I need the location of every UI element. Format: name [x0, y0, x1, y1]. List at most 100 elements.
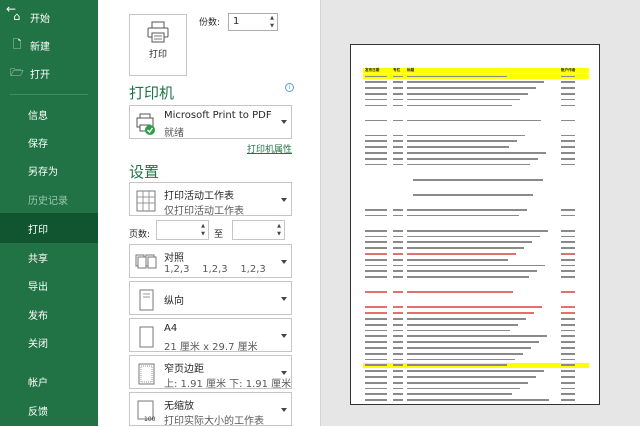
scaling-select[interactable]: 100 无缩放 打印实际大小的工作表 [129, 392, 292, 427]
preview-data-row [363, 351, 589, 356]
preview-cell [365, 306, 387, 309]
preview-cell [365, 214, 387, 217]
margins-select[interactable]: 窄页边距 上: 1.91 厘米 下: 1.91 厘米 [129, 355, 292, 390]
preview-cell [407, 335, 547, 338]
header-cell: 发布日期 [365, 68, 380, 72]
nav-save[interactable]: 保存 [0, 128, 98, 156]
nav-print[interactable]: 打印 [0, 213, 98, 243]
spin-up-icon[interactable]: ▲ [275, 223, 283, 230]
header-cell: 专栏 [393, 68, 401, 72]
page-to-input[interactable]: ▲ ▼ [232, 220, 285, 240]
preview-cell [561, 312, 575, 314]
preview-cell [365, 140, 387, 143]
printer-select[interactable]: Microsoft Print to PDF 就绪 [129, 105, 292, 139]
printer-section-title: 打印机 [129, 84, 175, 102]
preview-data-row [363, 74, 589, 79]
preview-cell [393, 370, 403, 372]
nav-label: 另存为 [28, 166, 58, 178]
spin-down-icon[interactable]: ▼ [199, 231, 207, 238]
preview-cell [561, 104, 575, 107]
preview-cell [365, 134, 387, 137]
preview-cell [561, 119, 575, 122]
preview-cell [561, 291, 575, 294]
preview-cell [561, 75, 575, 78]
preview-cell [561, 329, 575, 332]
preview-cell [365, 241, 387, 244]
preview-cell [365, 87, 387, 89]
preview-data-row [363, 334, 589, 339]
preview-cell [393, 134, 403, 137]
preview-data-row [363, 156, 589, 161]
preview-cell [393, 146, 403, 149]
preview-cell [393, 317, 403, 320]
preview-cell [365, 264, 387, 267]
preview-cell [561, 92, 575, 95]
preview-data-row [363, 269, 589, 274]
printer-properties-link[interactable]: 打印机属性 [247, 142, 292, 155]
margins-title: 窄页边距 [164, 364, 204, 375]
preview-cell [365, 375, 387, 378]
preview-cell [365, 119, 387, 122]
nav-new[interactable]: 🗋 新建 [0, 31, 98, 59]
nav-share[interactable]: 共享 [0, 243, 98, 271]
preview-data-row [363, 246, 589, 251]
page-from-input[interactable]: ▲ ▼ [156, 220, 209, 240]
preview-cell [561, 364, 575, 367]
nav-save-as[interactable]: 另存为 [0, 156, 98, 184]
print-what-select[interactable]: 打印活动工作表 仅打印活动工作表 [129, 182, 292, 217]
paper-icon [139, 326, 154, 348]
collate-select[interactable]: 对照 1,2,3 1,2,3 1,2,3 [129, 244, 292, 278]
copies-value: 1 [233, 16, 240, 27]
preview-cell [561, 87, 575, 89]
nav-feedback[interactable]: 反馈 [0, 396, 98, 424]
nav-close[interactable]: 关闭 [0, 328, 98, 356]
nav-home[interactable]: ⌂ 开始 [0, 3, 98, 31]
preview-cell [407, 119, 541, 122]
nav-info[interactable]: 信息 [0, 100, 98, 128]
spin-up-icon[interactable]: ▲ [268, 15, 276, 22]
info-icon[interactable]: i [285, 83, 294, 92]
preview-cell [561, 270, 575, 273]
header-cell: 账户作者 [561, 68, 576, 72]
preview-data-row [363, 257, 589, 262]
preview-cell [407, 140, 517, 143]
spin-up-icon[interactable]: ▲ [199, 223, 207, 230]
preview-cell [365, 163, 387, 166]
preview-cell [407, 163, 530, 166]
preview-cell [393, 75, 403, 78]
orientation-select[interactable]: 纵向 [129, 281, 292, 315]
preview-cell [365, 270, 387, 273]
nav-label: 保存 [28, 138, 48, 150]
preview-cell [561, 146, 575, 149]
preview-data-row [363, 357, 589, 362]
preview-cell [561, 235, 575, 238]
preview-cell [561, 352, 575, 355]
preview-cell [393, 81, 403, 84]
backstage-sidebar: ← ⌂ 开始 🗋 新建 🗁 打开 信息 保存 另存为 历史记录 打印 共享 导出… [0, 0, 98, 426]
nav-export[interactable]: 导出 [0, 271, 98, 299]
nav-publish[interactable]: 发布 [0, 300, 98, 328]
preview-cell [407, 258, 508, 261]
preview-cell [393, 291, 403, 294]
preview-data-row [363, 369, 589, 374]
spin-down-icon[interactable]: ▼ [268, 23, 276, 30]
paper-size-select[interactable]: A4 21 厘米 x 29.7 厘米 [129, 318, 292, 353]
preview-cell [561, 346, 575, 349]
copies-input[interactable]: 1 ▲ ▼ [228, 13, 278, 31]
preview-cell [365, 258, 387, 261]
collate-subtitle: 1,2,3 1,2,3 1,2,3 [164, 264, 266, 275]
preview-cell [393, 104, 403, 107]
preview-data-row [363, 228, 589, 233]
preview-cell [365, 346, 387, 349]
nav-open[interactable]: 🗁 打开 [0, 59, 98, 87]
nav-account[interactable]: 帐户 [0, 367, 98, 395]
home-icon: ⌂ [13, 10, 21, 23]
svg-text:100: 100 [144, 416, 156, 423]
preview-cell [407, 399, 549, 401]
spin-down-icon[interactable]: ▼ [275, 231, 283, 238]
print-button[interactable]: 打印 [129, 14, 187, 76]
preview-cell [407, 157, 538, 160]
preview-cell [365, 229, 387, 232]
preview-cell [365, 387, 387, 390]
preview-cell [365, 75, 387, 78]
